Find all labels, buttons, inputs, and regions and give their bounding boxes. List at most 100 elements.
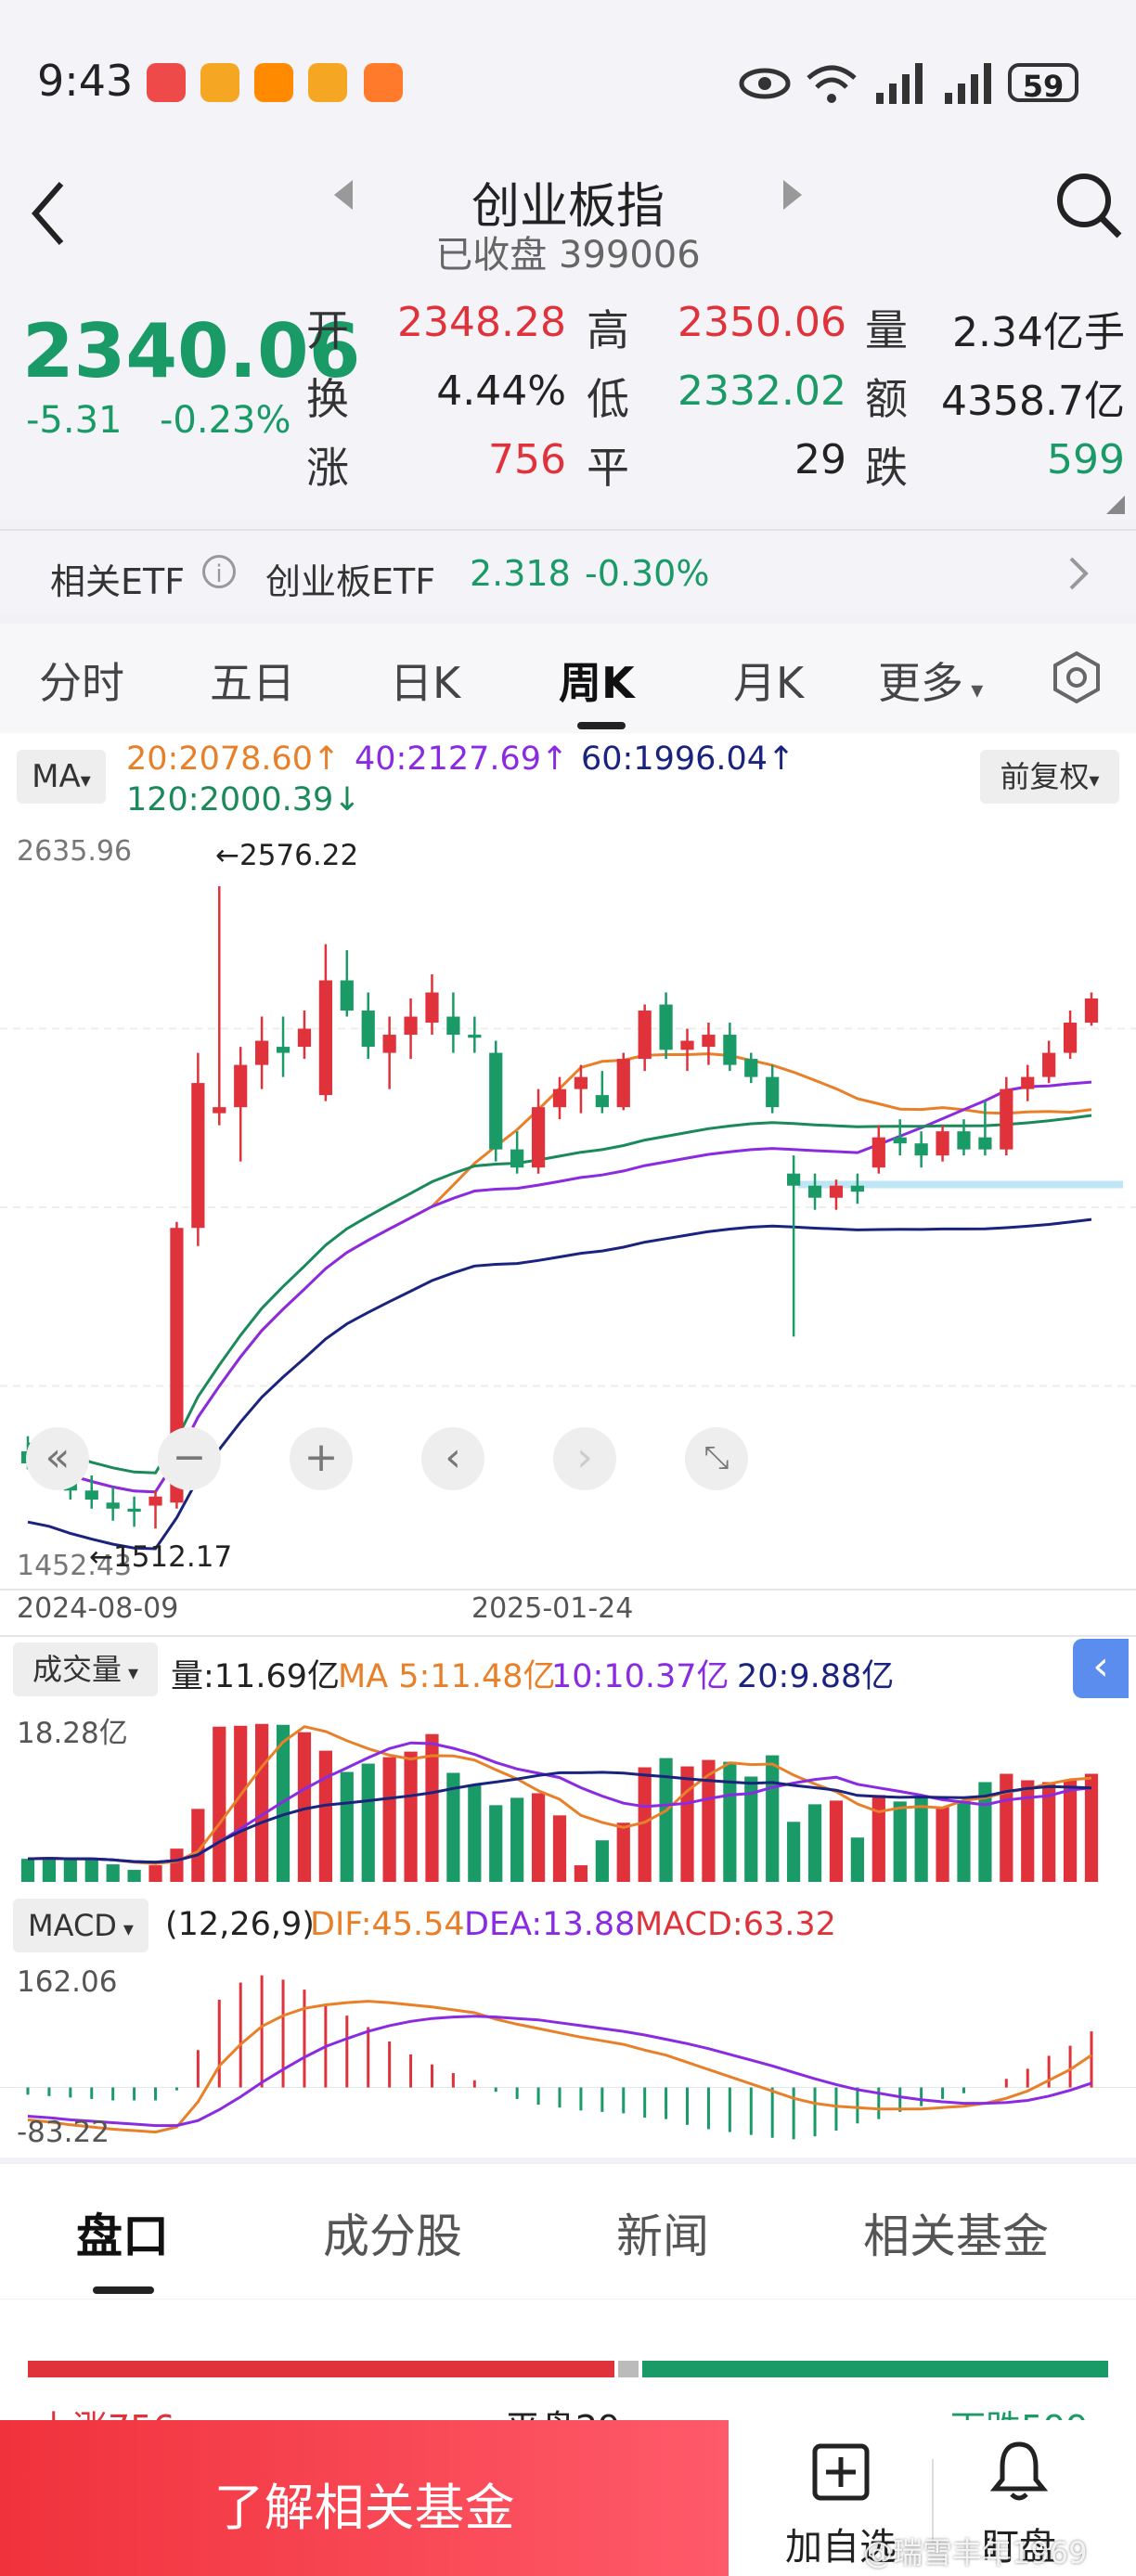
ma40-value: 40:2127.69↑: [355, 741, 569, 778]
volume-bar: [340, 1771, 354, 1882]
etf-change: -0.30%: [585, 553, 710, 594]
unchanged-label: 平: [587, 443, 629, 493]
date-start-label: 2024-08-09: [17, 1592, 179, 1625]
volume-bar: [255, 1723, 269, 1882]
next-stock-icon[interactable]: [778, 178, 806, 212]
prev-stock-icon[interactable]: [330, 178, 358, 212]
tab-weekly-k[interactable]: 周K: [559, 650, 635, 711]
search-icon[interactable]: [1054, 169, 1125, 243]
tab-constituents[interactable]: 成分股: [323, 2199, 462, 2266]
unchanged-value: 29: [794, 436, 846, 483]
volume-bar: [318, 1750, 332, 1882]
candle-body: [638, 1011, 652, 1060]
tab-five-day[interactable]: 五日: [210, 650, 295, 711]
zoom-out-icon[interactable]: −: [158, 1427, 221, 1490]
volume-bar: [914, 1797, 928, 1882]
volume-ma5: MA 5:11.48亿: [338, 1658, 556, 1695]
candle-body: [84, 1490, 98, 1501]
back-icon[interactable]: [26, 176, 72, 251]
candle-body: [127, 1508, 141, 1513]
candle-body: [1084, 998, 1099, 1024]
status-bar: 9:43 59: [0, 0, 1136, 158]
candle-body: [340, 980, 354, 1011]
volume-bar: [468, 1784, 482, 1882]
add-watchlist-icon[interactable]: [811, 2442, 871, 2502]
macd-chart[interactable]: [0, 1962, 1136, 2157]
volume-chart[interactable]: [0, 1706, 1136, 1884]
ma-selector[interactable]: MA▾: [17, 750, 106, 804]
fullscreen-icon[interactable]: ⤡: [685, 1427, 748, 1490]
ma20-line: [27, 1052, 1092, 1494]
ma60-value: 60:1996.04↑: [581, 741, 795, 778]
volume-value: 2.34亿手: [952, 309, 1125, 356]
tab-news[interactable]: 新闻: [616, 2199, 709, 2266]
etf-name: 创业板ETF: [265, 561, 436, 602]
macd-selector[interactable]: MACD ▾: [13, 1899, 148, 1952]
candle-body: [595, 1095, 609, 1108]
signal-icon-2: [945, 63, 991, 104]
etf-price: 2.318: [470, 553, 571, 594]
y-max-label: 2635.96: [17, 835, 133, 868]
tab-order-book[interactable]: 盘口: [76, 2199, 169, 2266]
volume-current: 量:11.69亿: [171, 1658, 340, 1695]
tab-related-funds[interactable]: 相关基金: [863, 2199, 1049, 2266]
related-etf-bar[interactable]: 相关ETF i 创业板ETF 2.318 -0.30%: [0, 529, 1136, 614]
candle-body: [914, 1143, 928, 1156]
candle-body: [744, 1059, 758, 1077]
tab-daily-k[interactable]: 日K: [390, 650, 460, 711]
macd-params: (12,26,9): [165, 1906, 315, 1943]
macd-y-max: 162.06: [17, 1965, 118, 1999]
candle-body: [659, 1004, 673, 1050]
tab-intraday[interactable]: 分时: [39, 650, 124, 711]
price-change: -5.31: [26, 399, 123, 442]
volume-selector[interactable]: 成交量 ▾: [13, 1642, 158, 1696]
candle-body: [106, 1502, 120, 1509]
price-adjust-selector[interactable]: 前复权▾: [980, 750, 1119, 804]
collapse-panel-button[interactable]: ‹: [1073, 1639, 1129, 1698]
candle-body: [766, 1076, 780, 1108]
candle-body: [1063, 1023, 1078, 1053]
volume-bar: [850, 1837, 864, 1882]
volume-bar: [213, 1726, 226, 1882]
advancers-value: 756: [488, 436, 566, 483]
advancers-label: 涨: [306, 443, 349, 493]
scroll-left-icon[interactable]: ‹: [421, 1427, 484, 1490]
decliners-label: 跌: [865, 443, 908, 493]
candle-body: [510, 1149, 524, 1168]
rewind-icon[interactable]: «: [26, 1427, 89, 1490]
tab-monthly-k[interactable]: 月K: [733, 650, 804, 711]
volume-bar: [829, 1800, 844, 1882]
volume-bar: [84, 1859, 98, 1882]
candle-body: [1021, 1076, 1035, 1089]
chevron-right-icon: [1069, 557, 1089, 590]
zoom-in-icon[interactable]: +: [290, 1427, 353, 1490]
candle-body: [574, 1076, 588, 1089]
tab-more[interactable]: 更多 ▾: [878, 650, 983, 711]
volume-bar: [1084, 1773, 1099, 1882]
stock-header: 创业板指 已收盘 399006: [0, 158, 1136, 288]
volume-bar: [127, 1870, 141, 1882]
chart-settings-icon[interactable]: [1049, 650, 1104, 705]
eye-icon: [739, 68, 791, 99]
macd-y-min: -83.22: [17, 2116, 110, 2149]
learn-funds-button[interactable]: 了解相关基金: [0, 2420, 729, 2576]
ma60-line: [27, 1217, 1092, 1551]
tab-more-label: 更多: [878, 658, 963, 708]
low-label: 低: [587, 374, 629, 424]
info-icon[interactable]: i: [202, 555, 236, 588]
volume-bar: [871, 1795, 885, 1882]
expand-corner-icon[interactable]: [1106, 496, 1125, 514]
dropdown-icon: ▾: [1089, 769, 1100, 792]
macd-dif: DIF:45.54: [310, 1906, 465, 1943]
candle-body: [616, 1059, 630, 1108]
open-value: 2348.28: [397, 299, 566, 346]
candle-body: [425, 992, 439, 1024]
status-time: 9:43: [37, 56, 134, 106]
candle-body: [552, 1088, 567, 1108]
candle-body: [191, 1083, 205, 1229]
date-mid-label: 2025-01-24: [471, 1592, 634, 1625]
scroll-right-icon[interactable]: ›: [553, 1427, 616, 1490]
bell-icon[interactable]: [989, 2439, 1049, 2504]
volume-bar: [616, 1823, 630, 1882]
volume-bar: [234, 1725, 248, 1882]
